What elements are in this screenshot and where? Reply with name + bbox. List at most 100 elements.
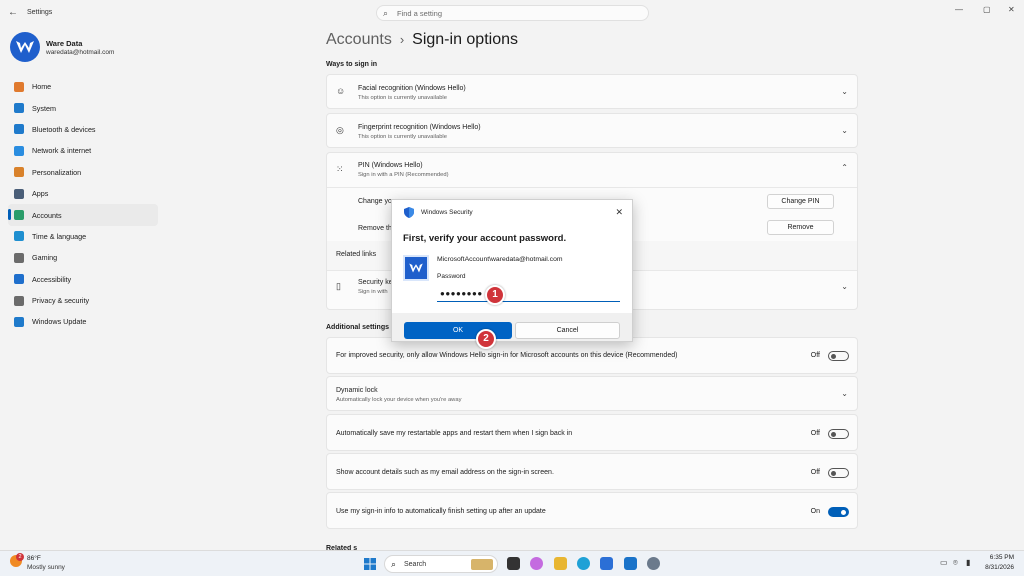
step-1-badge: 1 [485,285,505,305]
sidebar-item-accessibility[interactable]: Accessibility [8,269,158,290]
outlook-icon[interactable] [624,557,637,570]
keypad-icon: ⁙ [336,164,344,174]
sidebar-item-system[interactable]: System [8,97,158,118]
battery-icon[interactable]: ▮ [966,558,970,567]
profile-name: Ware Data [46,39,83,48]
ware-data-logo-icon [16,41,34,53]
fingerprint-subtitle: This option is currently unavailable [358,134,447,140]
sidebar-item-bluetooth[interactable]: Bluetooth & devices [8,119,158,140]
sidebar-item-accounts[interactable]: Accounts [8,204,158,226]
weather-badge: 2 [16,553,24,561]
bluetooth-icon [14,124,24,135]
security-key-subtitle: Sign in with [358,289,388,295]
toggle-switch[interactable] [828,351,849,361]
sidebar-nav: Home System Bluetooth & devices Network … [8,76,158,333]
search-highlight-image [471,559,493,570]
sidebar-item-time-language[interactable]: Time & language [8,226,158,247]
sign-in-info-setting: Use my sign-in info to automatically fin… [326,492,858,529]
face-icon: ☺ [336,86,346,96]
breadcrumb-parent[interactable]: Accounts [326,31,392,48]
sidebar-item-apps[interactable]: Apps [8,183,158,204]
search-box[interactable]: ⌕ Find a setting [376,5,649,21]
dialog-heading: First, verify your account password. [403,233,567,244]
brush-icon [14,167,24,178]
chevron-down-icon[interactable]: ⌄ [841,126,848,135]
pin-title: PIN (Windows Hello) [358,162,423,169]
setting-text: Use my sign-in info to automatically fin… [336,508,546,515]
edge-icon[interactable] [577,557,590,570]
minimize-icon[interactable]: — [955,5,963,14]
search-icon: ⌕ [383,8,389,18]
home-icon [14,81,24,92]
toggle-state: Off [810,352,820,359]
toggle-state: Off [810,430,820,437]
sidebar-item-gaming[interactable]: Gaming [8,247,158,268]
sidebar-item-personalization[interactable]: Personalization [8,162,158,183]
step-2-badge: 2 [476,329,496,349]
ware-data-logo-icon [409,263,423,273]
sidebar-item-label: Gaming [32,253,58,263]
fingerprint-icon: ◎ [336,125,344,135]
toggle-switch[interactable] [828,429,849,439]
usb-key-icon: ▯ [336,281,341,291]
breadcrumb-separator: › [399,32,405,47]
password-label: Password [437,273,466,280]
sidebar-item-label: Bluetooth & devices [32,124,96,134]
remove-pin-row-label: Remove th [358,225,392,232]
settings-gear-icon[interactable] [647,557,660,570]
close-icon[interactable]: ✕ [615,207,623,218]
task-view-icon[interactable] [507,557,520,570]
close-window-icon[interactable]: ✕ [1008,5,1015,14]
sidebar-item-label: System [32,103,56,113]
store-icon[interactable] [600,557,613,570]
chevron-down-icon[interactable]: ⌄ [841,87,848,96]
chevron-down-icon[interactable]: ⌄ [841,282,848,291]
toggle-state: On [810,508,820,515]
fingerprint-card[interactable]: ◎ Fingerprint recognition (Windows Hello… [326,113,858,148]
taskbar-search[interactable]: ⌕ Search [384,555,498,573]
chevron-down-icon[interactable]: ⌄ [841,389,848,398]
sidebar-item-label: Home [32,82,52,92]
display-icon[interactable]: ▭ [940,558,948,567]
account-details-setting: Show account details such as my email ad… [326,453,858,490]
sidebar-item-privacy[interactable]: Privacy & security [8,290,158,311]
remove-pin-button[interactable]: Remove [767,220,834,235]
avatar[interactable] [10,32,40,62]
fingerprint-title: Fingerprint recognition (Windows Hello) [358,124,481,131]
sidebar-item-home[interactable]: Home [8,76,158,97]
file-explorer-icon[interactable] [554,557,567,570]
clock-date[interactable]: 8/31/2026 [985,564,1014,571]
taskbar: 2 86°F Mostly sunny ⌕ Search ▭ ⌾ ▮ 6:35 … [0,550,1024,576]
security-key-title: Security ke [358,279,393,286]
weather-desc: Mostly sunny [27,564,65,571]
sidebar-item-windows-update[interactable]: Windows Update [8,311,158,332]
profile-email: waredata@hotmail.com [46,49,115,56]
sidebar-item-label: Accounts [32,210,62,220]
sidebar-item-label: Apps [32,189,49,199]
windows-start-icon[interactable] [364,558,376,570]
maximize-icon[interactable]: ▢ [983,5,991,14]
wifi-icon [14,145,24,156]
facial-recognition-card[interactable]: ☺ Facial recognition (Windows Hello) Thi… [326,74,858,109]
password-field[interactable]: ●●●●●●●● [437,287,620,302]
change-pin-button[interactable]: Change PIN [767,194,834,209]
sidebar-item-network[interactable]: Network & internet [8,140,158,161]
hello-only-setting: For improved security, only allow Window… [326,337,858,374]
search-icon: ⌕ [391,559,397,569]
toggle-switch[interactable] [828,468,849,478]
back-arrow-icon[interactable]: ← [8,7,18,19]
taskbar-search-label: Search [404,561,427,568]
clock-time[interactable]: 6:35 PM [990,554,1014,561]
apps-icon [14,188,24,199]
dynamic-lock-card[interactable]: Dynamic lock Automatically lock your dev… [326,376,858,411]
accessibility-icon [14,274,24,285]
dynamic-lock-subtitle: Automatically lock your device when you'… [336,397,462,403]
account-avatar [403,255,429,281]
toggle-switch[interactable] [828,507,849,517]
cancel-button[interactable]: Cancel [515,322,620,339]
chevron-up-icon[interactable]: ⌃ [841,163,848,172]
related-links-label: Related links [336,251,377,258]
copilot-icon[interactable] [530,557,543,570]
facial-subtitle: This option is currently unavailable [358,95,447,101]
network-icon[interactable]: ⌾ [953,558,958,568]
